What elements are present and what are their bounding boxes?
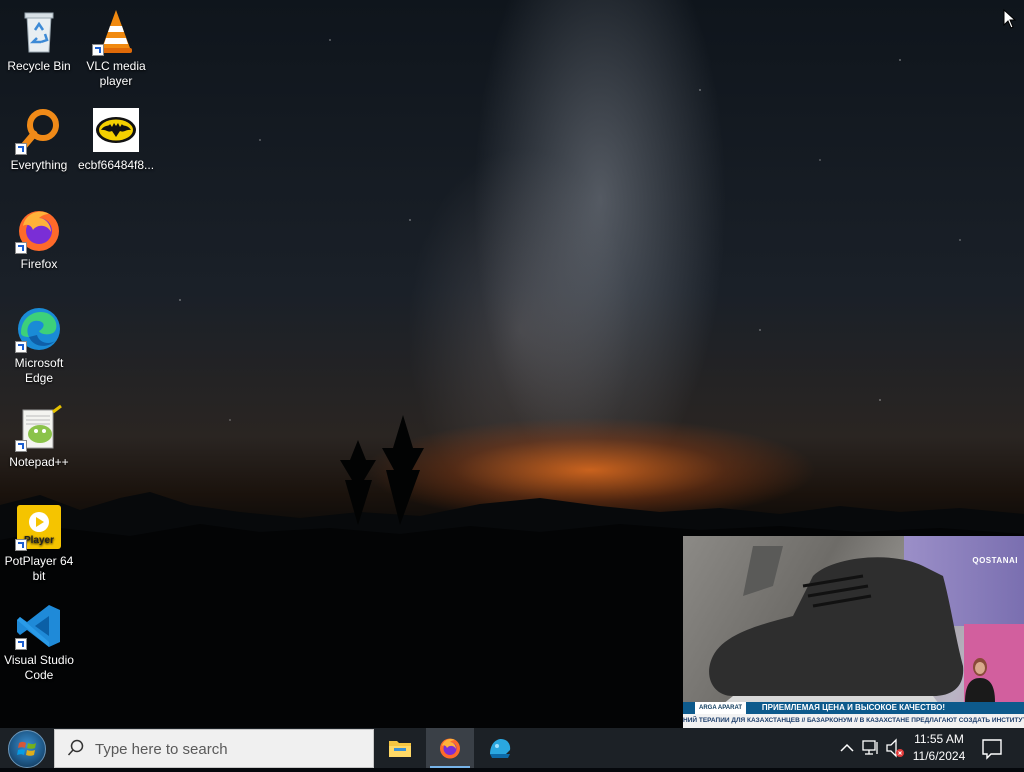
taskbar-app-firefox[interactable] [426,728,474,768]
video-news-ticker: НИЙ ТЕРАПИИ ДЛЯ КАЗАХСТАНЦЕВ // БАЗАРКОН… [683,714,1024,728]
desktop-icon-everything[interactable]: Everything [1,107,77,173]
shortcut-arrow-icon [92,44,104,56]
desktop-icon-vscode[interactable]: Visual Studio Code [1,602,77,683]
desktop-icon-firefox[interactable]: Firefox [1,206,77,272]
shortcut-arrow-icon [15,638,27,650]
desktop-icon-notepad-plus-plus[interactable]: Notepad++ [1,404,77,470]
recycle-bin-icon [15,8,63,56]
desktop-icon-ecbf-image[interactable]: ecbf66484f8... [78,107,154,173]
video-channel-logo: QOSTANAI [972,556,1018,565]
svg-text:Player: Player [24,535,54,546]
taskbar-search-box[interactable]: Type here to search [54,729,374,768]
desktop-icon-potplayer[interactable]: Player PotPlayer 64 bit [1,503,77,584]
desktop-icon-label: Recycle Bin [7,59,71,73]
shortcut-arrow-icon [15,143,27,155]
vlc-icon [92,8,140,56]
video-overlay-window[interactable]: QOSTANAI ПРИЕМЛЕМАЯ ЦЕНА И ВЫСОКОЕ КАЧЕС… [683,536,1024,728]
search-icon [67,739,84,756]
volume-muted-icon[interactable] [884,728,906,768]
start-button[interactable] [8,730,46,768]
desktop-icon-label: Everything [10,158,68,172]
show-hidden-icons-chevron-icon[interactable] [838,728,856,768]
desktop-icon-label: Microsoft Edge [14,356,64,385]
everything-search-icon [15,107,63,155]
sign-language-interpreter [965,658,995,702]
desktop-icon-edge[interactable]: Microsoft Edge [1,305,77,386]
desktop-icon-recycle-bin[interactable]: Recycle Bin [1,8,77,74]
clock-date: 11/6/2024 [912,749,966,763]
action-center-notifications-icon[interactable] [978,728,1006,768]
potplayer-icon: Player [15,503,63,551]
desktop-icon-label: Firefox [20,257,58,271]
shortcut-arrow-icon [15,341,27,353]
mouse-cursor-icon [1003,9,1017,29]
video-program-tag: ARGA APARAT [695,702,746,714]
notepad-plus-plus-icon [15,404,63,452]
shortcut-arrow-icon [15,440,27,452]
vscode-icon [15,602,63,650]
firefox-icon [15,206,63,254]
desktop-icon-vlc[interactable]: VLC media player [78,8,154,89]
video-frame-boot [709,546,964,704]
taskbar-clock[interactable]: 11:55 AM 11/6/2024 [906,731,972,765]
desktop-icon-label: PotPlayer 64 bit [4,554,74,583]
desktop-icon-label: ecbf66484f8... [78,158,155,172]
search-placeholder: Type here to search [95,741,228,758]
blue-app-icon [490,739,511,758]
taskbar-app-file-explorer[interactable] [376,728,424,768]
windows-logo-icon [17,741,36,756]
edge-icon [15,305,63,353]
shortcut-arrow-icon [15,242,27,254]
network-icon[interactable] [860,728,882,768]
clock-time: 11:55 AM [914,732,964,746]
desktop-icon-label: Notepad++ [9,455,69,469]
taskbar-app-blue[interactable] [476,728,524,768]
firefox-icon [440,738,460,759]
desktop-icon-label: Visual Studio Code [4,653,74,682]
batman-image-icon [92,107,140,155]
desktop-icon-label: VLC media player [86,59,146,88]
shortcut-arrow-icon [15,539,27,551]
folder-icon [389,741,411,757]
